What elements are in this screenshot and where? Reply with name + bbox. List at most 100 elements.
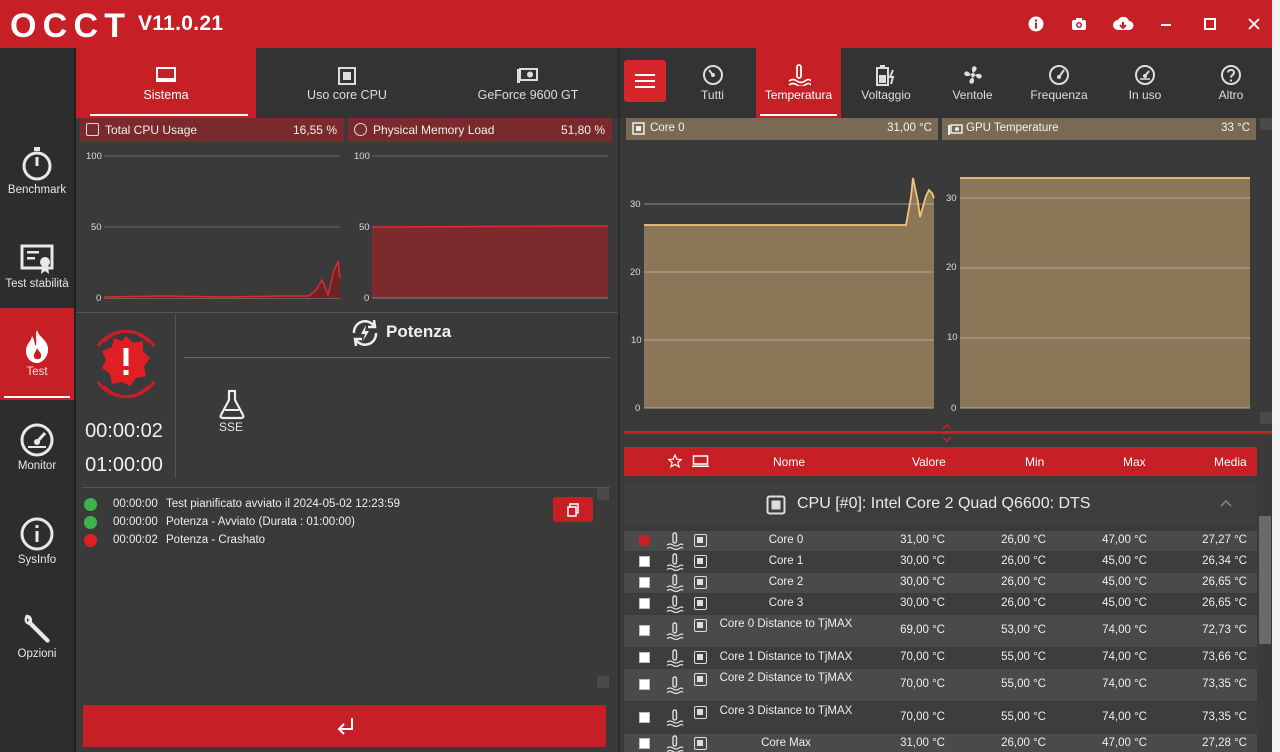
tab-ventole[interactable]: Ventole bbox=[930, 48, 1015, 118]
error-status-icon bbox=[84, 534, 97, 547]
cpu-icon bbox=[694, 673, 707, 686]
scroll-down-button[interactable] bbox=[597, 676, 609, 688]
group-title: CPU [#0]: Intel Core 2 Quad Q6600: DTS bbox=[797, 495, 1091, 512]
minimize-icon[interactable] bbox=[1156, 14, 1176, 34]
tab-voltaggio[interactable]: Voltaggio bbox=[843, 48, 929, 118]
sidebar-item-monitor[interactable]: Monitor bbox=[0, 402, 74, 494]
tab-geforce-9600-gt[interactable]: GeForce 9600 GT bbox=[438, 48, 618, 118]
info-icon[interactable] bbox=[1026, 14, 1046, 34]
thermometer-icon bbox=[666, 595, 684, 613]
table-row[interactable]: Core 1 Distance to TjMAX 70,00 °C 55,00 °C… bbox=[624, 648, 1257, 668]
test-name: Potenza bbox=[386, 322, 452, 341]
tab-temperatura[interactable]: Temperatura bbox=[756, 48, 841, 118]
log-time: 00:00:02 bbox=[113, 534, 158, 546]
sensor-name: Core 3 Distance to TjMAX bbox=[719, 705, 853, 717]
y-tick: 20 bbox=[630, 267, 641, 278]
table-row[interactable]: Core Max 31,00 °C 26,00 °C 47,00 °C 27,28 °C bbox=[624, 734, 1257, 752]
sensor-table-header: Nome Valore Min Max Media bbox=[624, 447, 1257, 476]
table-row[interactable]: Core 0 Distance to TjMAX 69,00 °C 53,00 °C… bbox=[624, 615, 1257, 647]
copy-log-button[interactable] bbox=[553, 497, 593, 522]
sensor-value: 30,00 °C bbox=[900, 597, 945, 609]
sidebar-item-sysinfo[interactable]: SysInfo bbox=[0, 496, 74, 588]
sensor-group-header[interactable]: CPU [#0]: Intel Core 2 Quad Q6600: DTS bbox=[624, 482, 1257, 526]
log-message: Test pianificato avviato il 2024-05-02 1… bbox=[166, 498, 400, 510]
row-checkbox[interactable] bbox=[639, 738, 650, 749]
thermometer-icon bbox=[666, 709, 684, 727]
window-edge bbox=[1272, 0, 1280, 752]
sensor-value: 31,00 °C bbox=[900, 534, 945, 546]
power-cycle-icon bbox=[352, 319, 378, 347]
tab-tutti[interactable]: Tutti bbox=[670, 48, 755, 118]
thermometer-icon bbox=[666, 649, 684, 667]
close-icon[interactable] bbox=[1244, 14, 1264, 34]
tab-label: Sistema bbox=[143, 88, 189, 102]
cpu-icon bbox=[338, 67, 356, 85]
cloud-upload-icon[interactable] bbox=[1112, 14, 1134, 34]
row-checkbox[interactable] bbox=[639, 598, 650, 609]
sidebar-item-test-stabilita[interactable]: Test stabilità bbox=[0, 220, 74, 312]
y-tick: 50 bbox=[91, 222, 102, 233]
sidebar-item-benchmark[interactable]: Benchmark bbox=[0, 126, 74, 218]
table-row[interactable]: Core 2 Distance to TjMAX 70,00 °C 55,00 °C… bbox=[624, 669, 1257, 701]
test-duration: 01:00:00 bbox=[85, 454, 163, 476]
chart-title: Core 0 bbox=[650, 122, 685, 134]
speedometer-icon bbox=[1049, 65, 1069, 85]
row-checkbox[interactable] bbox=[639, 556, 650, 567]
chevron-up-icon[interactable] bbox=[1220, 499, 1232, 508]
start-stop-button[interactable] bbox=[83, 705, 606, 747]
row-checkbox[interactable] bbox=[639, 712, 650, 723]
splitter-arrows-icon[interactable] bbox=[940, 424, 954, 442]
column-header-avg[interactable]: Media bbox=[1214, 455, 1247, 469]
sensor-min: 55,00 °C bbox=[1001, 711, 1046, 723]
row-checkbox[interactable] bbox=[639, 535, 650, 546]
table-row[interactable]: Core 1 30,00 °C 26,00 °C 45,00 °C 26,34 °C bbox=[624, 552, 1257, 572]
sensor-max: 74,00 °C bbox=[1102, 678, 1147, 690]
sidebar-divider bbox=[74, 48, 76, 752]
tab-altro[interactable]: Altro bbox=[1189, 48, 1273, 118]
row-checkbox[interactable] bbox=[639, 577, 650, 588]
star-icon[interactable] bbox=[668, 454, 682, 468]
hamburger-menu-button[interactable] bbox=[624, 60, 666, 102]
scroll-up-button[interactable] bbox=[597, 488, 609, 500]
table-row[interactable]: Core 0 31,00 °C 26,00 °C 47,00 °C 27,27 °C bbox=[624, 531, 1257, 551]
divider bbox=[76, 312, 618, 313]
tab-sistema[interactable]: Sistema bbox=[76, 48, 256, 118]
scroll-down-button[interactable] bbox=[1260, 412, 1272, 424]
info-icon bbox=[20, 517, 54, 551]
sidebar-item-label: SysInfo bbox=[17, 554, 57, 566]
row-checkbox[interactable] bbox=[639, 652, 650, 663]
wrench-icon bbox=[24, 614, 50, 643]
camera-icon[interactable] bbox=[1069, 14, 1089, 34]
row-checkbox[interactable] bbox=[639, 625, 650, 636]
table-row[interactable]: Core 3 30,00 °C 26,00 °C 45,00 °C 26,65 °C bbox=[624, 594, 1257, 614]
tab-uso-core-cpu[interactable]: Uso core CPU bbox=[256, 48, 438, 118]
sensor-name: Core 0 bbox=[768, 534, 804, 546]
sidebar-item-label: Test bbox=[26, 366, 48, 378]
maximize-icon[interactable] bbox=[1200, 14, 1220, 34]
tab-label: Frequenza bbox=[1030, 88, 1088, 102]
gpu-icon bbox=[948, 124, 963, 135]
column-header-max[interactable]: Max bbox=[1123, 455, 1146, 469]
table-row[interactable]: Core 3 Distance to TjMAX 70,00 °C 55,00 °C… bbox=[624, 702, 1257, 734]
table-row[interactable]: Core 2 30,00 °C 26,00 °C 45,00 °C 26,65 °C bbox=[624, 573, 1257, 593]
tab-frequenza[interactable]: Frequenza bbox=[1016, 48, 1102, 118]
column-header-min[interactable]: Min bbox=[1025, 455, 1044, 469]
tab-label: Uso core CPU bbox=[307, 88, 387, 102]
thermometer-icon bbox=[666, 574, 684, 592]
gauge-icon bbox=[20, 423, 54, 457]
y-tick: 30 bbox=[630, 199, 641, 210]
sensor-value: 31,00 °C bbox=[900, 737, 945, 749]
tab-in-uso[interactable]: In uso bbox=[1102, 48, 1188, 118]
flask-icon[interactable] bbox=[218, 388, 246, 420]
table-scroll-thumb[interactable] bbox=[1259, 516, 1271, 644]
svg-text:OCCT: OCCT bbox=[10, 11, 125, 39]
scroll-up-button[interactable] bbox=[1260, 118, 1272, 130]
log-message: Potenza - Crashato bbox=[166, 534, 266, 546]
sidebar-item-opzioni[interactable]: Opzioni bbox=[0, 590, 74, 682]
sidebar-item-test[interactable]: Test bbox=[0, 308, 74, 400]
column-header-name[interactable]: Nome bbox=[773, 455, 805, 469]
column-header-value[interactable]: Valore bbox=[912, 455, 946, 469]
row-checkbox[interactable] bbox=[639, 679, 650, 690]
sensor-max: 45,00 °C bbox=[1102, 597, 1147, 609]
monitor-icon[interactable] bbox=[692, 455, 709, 468]
